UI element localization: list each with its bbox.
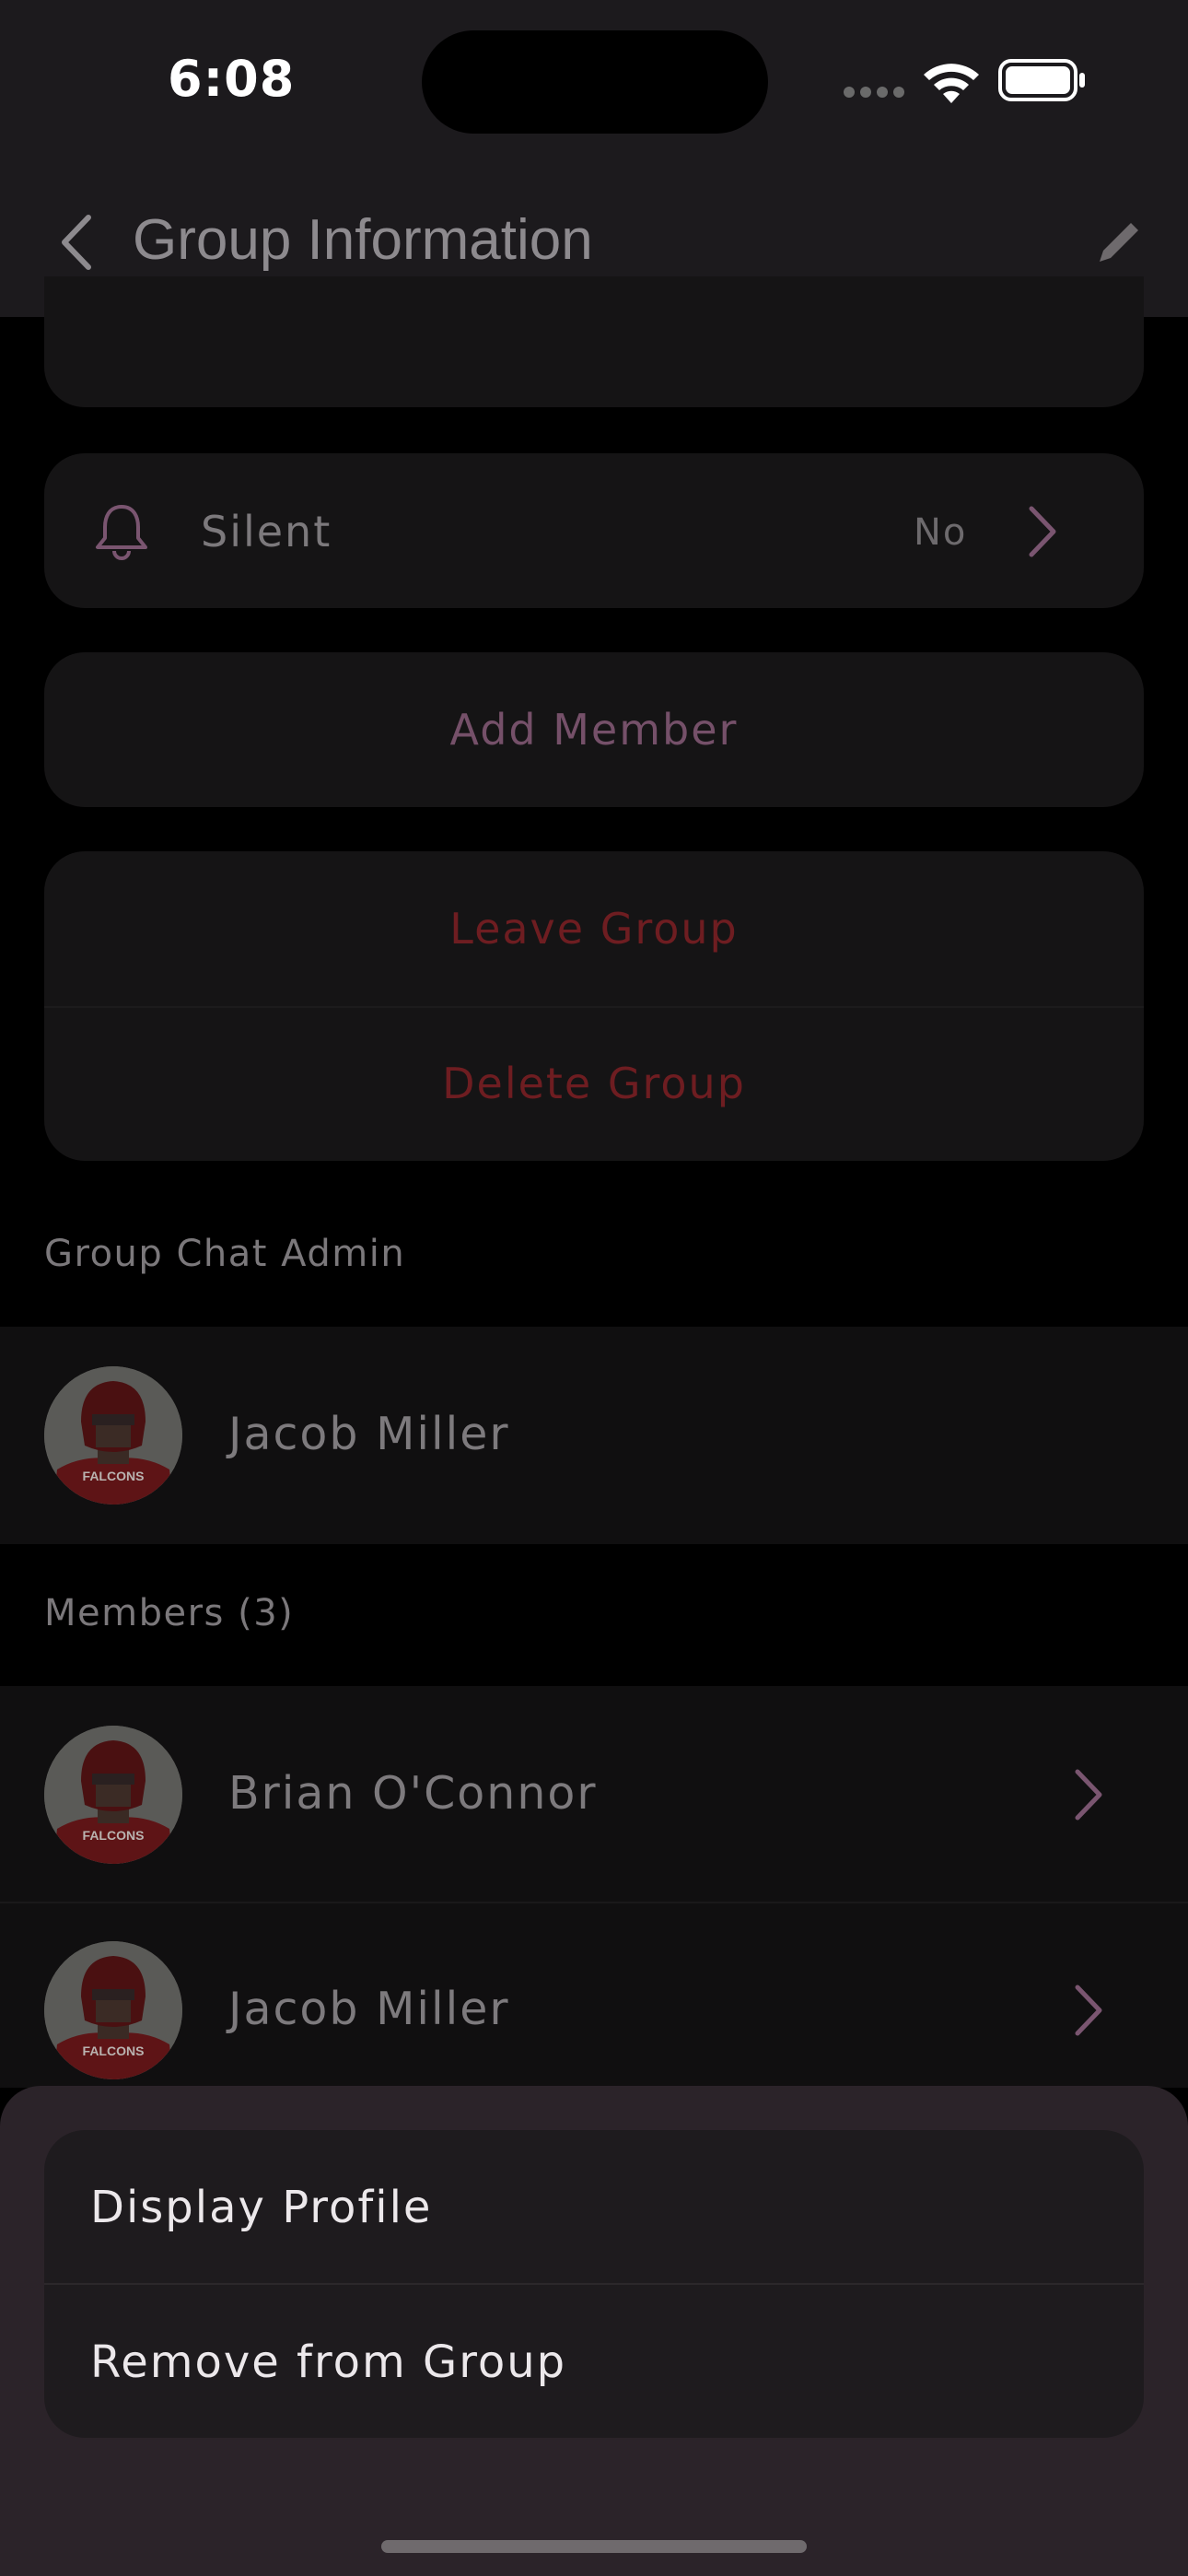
- admin-section-label: Group Chat Admin: [44, 1233, 406, 1275]
- member-name: Brian O'Connor: [228, 1767, 598, 1820]
- svg-text:FALCONS: FALCONS: [83, 1469, 145, 1483]
- wifi-icon: [924, 64, 979, 103]
- member-name: Jacob Miller: [228, 1983, 510, 2035]
- back-chevron-icon[interactable]: [55, 212, 96, 273]
- home-indicator[interactable]: [381, 2540, 807, 2553]
- player-avatar-icon: FALCONS: [44, 1366, 182, 1505]
- bell-icon: [96, 505, 147, 560]
- dynamic-island: [422, 30, 768, 134]
- battery-icon: [998, 59, 1085, 101]
- player-avatar-icon: FALCONS: [44, 1726, 182, 1864]
- members-section-label: Members (3): [44, 1592, 295, 1634]
- player-avatar-icon: FALCONS: [44, 1941, 182, 2079]
- group-name-card: [44, 276, 1144, 407]
- delete-group-label: Delete Group: [442, 1059, 746, 1108]
- status-time: 6:08: [168, 50, 296, 108]
- edit-pencil-icon[interactable]: [1094, 216, 1146, 267]
- silent-label: Silent: [201, 507, 332, 556]
- avatar: FALCONS: [44, 1366, 182, 1505]
- page-title: Group Information: [133, 208, 593, 272]
- avatar: FALCONS: [44, 1726, 182, 1864]
- silent-value: No: [914, 511, 968, 554]
- avatar: FALCONS: [44, 1941, 182, 2079]
- chevron-right-icon: [1029, 506, 1056, 557]
- remove-from-group-label: Remove from Group: [90, 2336, 567, 2388]
- display-profile-label: Display Profile: [90, 2182, 433, 2233]
- svg-text:FALCONS: FALCONS: [83, 1828, 145, 1843]
- add-member-label: Add Member: [449, 705, 739, 755]
- chevron-right-icon: [1075, 1985, 1102, 2036]
- chevron-right-icon: [1075, 1769, 1102, 1821]
- admin-name: Jacob Miller: [228, 1408, 510, 1460]
- leave-group-label: Leave Group: [449, 904, 739, 954]
- svg-text:FALCONS: FALCONS: [83, 2043, 145, 2058]
